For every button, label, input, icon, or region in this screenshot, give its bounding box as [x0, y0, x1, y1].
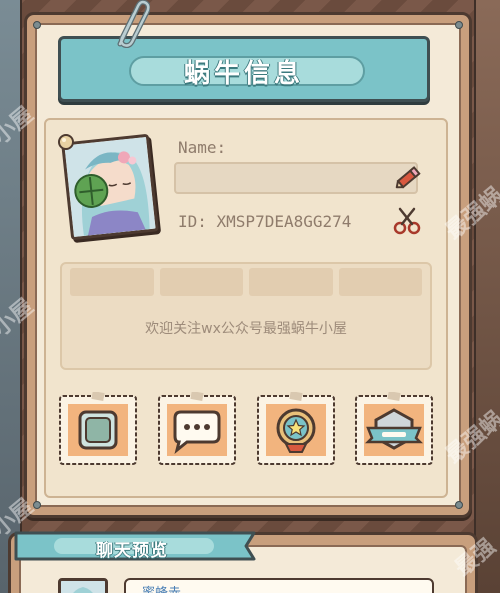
rivet-icon [455, 501, 463, 509]
notice-message: 欢迎关注wx公众号最强蜗牛小屋 [145, 321, 347, 337]
left-edge-decoration [0, 0, 22, 593]
frame-icon [78, 410, 118, 450]
stamp-frame-button[interactable] [58, 392, 138, 466]
name-label: Name: [178, 138, 227, 157]
chat-avatar-portrait [61, 581, 105, 593]
stamp-badge-button[interactable] [256, 392, 336, 466]
pushpin-icon [58, 134, 74, 150]
title-slot[interactable] [338, 268, 422, 296]
chat-sender-name: 蜜蜂赤 [142, 582, 181, 593]
title-slot[interactable] [249, 268, 333, 296]
avatar-portrait [64, 136, 156, 238]
rivet-icon [33, 501, 41, 509]
chat-preview-title: 聊天预览 [96, 541, 168, 561]
right-edge-decoration [474, 0, 500, 593]
title-slots [70, 268, 422, 296]
player-id: ID: XMSP7DEA8GG274 [178, 212, 352, 231]
name-input[interactable] [174, 162, 418, 194]
scissors-icon[interactable] [392, 206, 422, 236]
rivet-icon [455, 21, 463, 29]
stamp-chat-button[interactable] [157, 392, 237, 466]
paperclip-icon [117, 0, 150, 48]
stamp-banner-button[interactable] [354, 392, 434, 466]
edit-pencil-icon[interactable] [392, 160, 426, 194]
page-title: 蜗牛信息 [183, 59, 304, 89]
chat-avatar [58, 578, 108, 593]
rivet-icon [33, 21, 41, 29]
title-slot[interactable] [70, 268, 154, 296]
title-slot[interactable] [159, 268, 243, 296]
